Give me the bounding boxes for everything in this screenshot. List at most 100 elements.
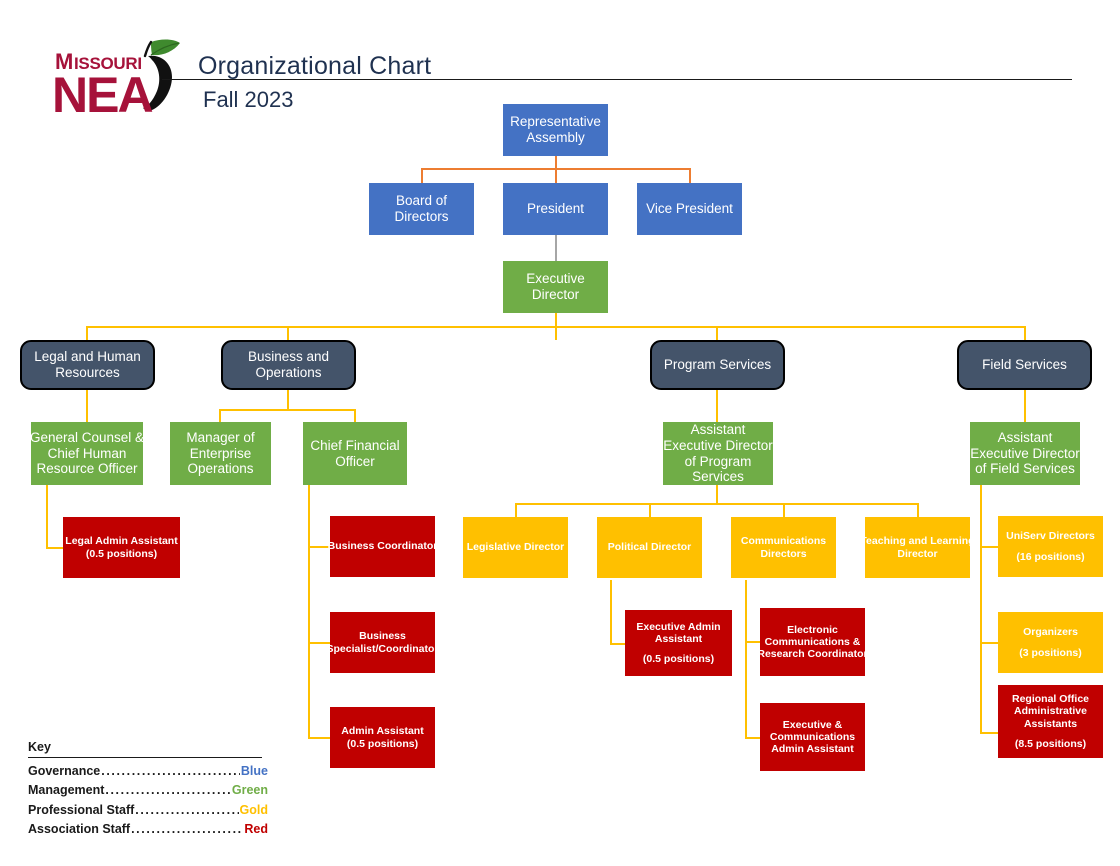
node-aed-program-services[interactable]: Assistant Executive Director of Program … xyxy=(663,422,773,485)
node-electronic-comms-research-coordinator[interactable]: Electronic Communications & Research Coo… xyxy=(757,608,868,676)
node-line: Program Services xyxy=(663,357,772,373)
connector-program-aed xyxy=(716,390,718,422)
node-line: Admin Assistant xyxy=(341,725,424,738)
node-legal-admin-assistant[interactable]: Legal Admin Assistant (0.5 positions) xyxy=(63,517,180,578)
node-line: Organizers xyxy=(1023,626,1078,639)
legend-value: Green xyxy=(231,783,268,797)
legend-dots: ........................................… xyxy=(105,783,230,797)
node-line: Communications & xyxy=(764,635,861,648)
node-line: Officer xyxy=(335,453,375,469)
node-line: Assistant xyxy=(690,422,746,438)
connector-comms-spine xyxy=(745,580,747,738)
legend-dots: ........................................… xyxy=(101,763,240,778)
connector-departments-bus xyxy=(87,326,1026,328)
node-chief-financial-officer[interactable]: Chief Financial Officer xyxy=(303,422,407,485)
node-line: Regional Office xyxy=(1011,693,1089,706)
node-line: Legal and Human xyxy=(34,349,141,365)
node-aed-field-services[interactable]: Assistant Executive Director of Field Se… xyxy=(970,422,1080,485)
node-line: Chief Human xyxy=(47,445,127,461)
node-line: Business and xyxy=(247,349,330,365)
node-executive-communications-admin-assistant[interactable]: Executive & Communications Admin Assista… xyxy=(760,703,865,771)
legend-row-governance: Governance .............................… xyxy=(28,758,268,778)
node-board-of-directors[interactable]: Board of Directors xyxy=(369,183,474,235)
node-line: of Program xyxy=(684,453,752,469)
node-line: Representative xyxy=(510,114,601,130)
node-department-field-services[interactable]: Field Services xyxy=(957,340,1092,390)
connector-field-aed xyxy=(1024,390,1026,422)
node-line: Vice President xyxy=(646,201,733,217)
connector-counsel-spine xyxy=(46,485,48,548)
node-regional-office-administrative-assistants[interactable]: Regional Office Administrative Assistant… xyxy=(998,685,1103,758)
node-line: Executive Director xyxy=(663,437,773,453)
connector-cfo-drop xyxy=(354,409,356,423)
legend-label: Association Staff xyxy=(28,822,131,836)
node-line: Electronic xyxy=(787,623,838,636)
node-line: Communications xyxy=(769,730,856,743)
node-uniserv-directors[interactable]: UniServ Directors (16 positions) xyxy=(998,516,1103,577)
legend-value: Red xyxy=(244,822,268,836)
node-line: Director xyxy=(531,287,580,302)
node-line: Assembly xyxy=(526,130,585,145)
node-political-director[interactable]: Political Director xyxy=(597,517,702,578)
connector-legislative-drop xyxy=(515,503,517,518)
connector-aedprogram-bus xyxy=(516,503,918,505)
node-executive-director[interactable]: Executive Director xyxy=(503,261,608,313)
node-admin-assistant[interactable]: Admin Assistant (0.5 positions) xyxy=(330,707,435,768)
node-vice-president[interactable]: Vice President xyxy=(637,183,742,235)
node-representative-assembly[interactable]: Representative Assembly xyxy=(503,104,608,156)
node-line: Legal Admin Assistant xyxy=(65,535,178,548)
node-executive-admin-assistant[interactable]: Executive Admin Assistant (0.5 positions… xyxy=(625,610,732,676)
node-business-coordinator[interactable]: Business Coordinator xyxy=(328,516,437,577)
connector-comms-stub-1 xyxy=(745,641,760,643)
node-line: Business xyxy=(359,630,406,643)
node-manager-enterprise-operations[interactable]: Manager of Enterprise Operations xyxy=(170,422,271,485)
node-communications-directors[interactable]: Communications Directors xyxy=(731,517,836,578)
page-subtitle: Fall 2023 xyxy=(203,87,294,112)
connector-dept-field-drop xyxy=(1024,326,1026,340)
node-line: Communications xyxy=(740,535,827,548)
node-teaching-learning-director[interactable]: Teaching and Learning Director xyxy=(860,517,975,578)
org-chart-page: M ISSOURI NEA Organizational Chart Fall … xyxy=(0,0,1120,866)
node-line: Administrative xyxy=(1014,705,1087,718)
node-line: Executive xyxy=(526,271,585,287)
legend-dots: ........................................… xyxy=(135,802,238,817)
node-department-legal-hr[interactable]: Legal and Human Resources xyxy=(20,340,155,390)
legend-key: Key Governance .........................… xyxy=(28,740,268,836)
page-title: Organizational Chart xyxy=(198,52,432,80)
connector-aedfield-stub-1 xyxy=(980,546,998,548)
node-line: (3 positions) xyxy=(1019,646,1082,659)
connector-aedfield-stub-2 xyxy=(980,642,998,644)
node-line: UniServ Directors xyxy=(1006,530,1095,543)
node-line: Directors xyxy=(760,547,807,560)
node-line: Directors xyxy=(394,209,449,224)
legend-label: Management xyxy=(28,783,105,797)
legend-dots: ........................................… xyxy=(131,822,243,836)
connector-counsel-stub xyxy=(46,547,63,549)
node-department-business-operations[interactable]: Business and Operations xyxy=(221,340,356,390)
legend-value: Blue xyxy=(240,763,268,778)
node-president[interactable]: President xyxy=(503,183,608,235)
node-organizers[interactable]: Organizers (3 positions) xyxy=(998,612,1103,673)
node-general-counsel-chro[interactable]: General Counsel & Chief Human Resource O… xyxy=(29,422,145,485)
connector-business-stem xyxy=(287,390,289,410)
connector-aedfield-spine xyxy=(980,485,982,734)
node-line: General Counsel & xyxy=(29,430,145,446)
svg-text:NEA: NEA xyxy=(52,67,152,118)
connector-assembly-bus xyxy=(422,168,690,170)
node-legislative-director[interactable]: Legislative Director xyxy=(463,517,568,578)
node-department-program-services[interactable]: Program Services xyxy=(650,340,785,390)
node-line: Specialist/Coordinator xyxy=(326,642,439,655)
connector-dept-legal-drop xyxy=(86,326,88,340)
node-line: Operations xyxy=(187,461,254,477)
connector-aedprogram-stem xyxy=(716,485,718,504)
node-line: Assistant xyxy=(997,430,1053,446)
node-business-specialist-coordinator[interactable]: Business Specialist/Coordinator xyxy=(326,612,439,673)
legend-value: Gold xyxy=(239,802,268,817)
node-line: Resources xyxy=(55,365,120,380)
node-line: (8.5 positions) xyxy=(1014,737,1087,750)
node-line: Legislative Director xyxy=(466,541,565,554)
node-line: Executive Admin xyxy=(636,620,721,633)
connector-aedfield-stub-3 xyxy=(980,732,998,734)
connector-cfo-stub-3 xyxy=(308,737,330,739)
node-line: Research Coordinator xyxy=(757,648,868,661)
